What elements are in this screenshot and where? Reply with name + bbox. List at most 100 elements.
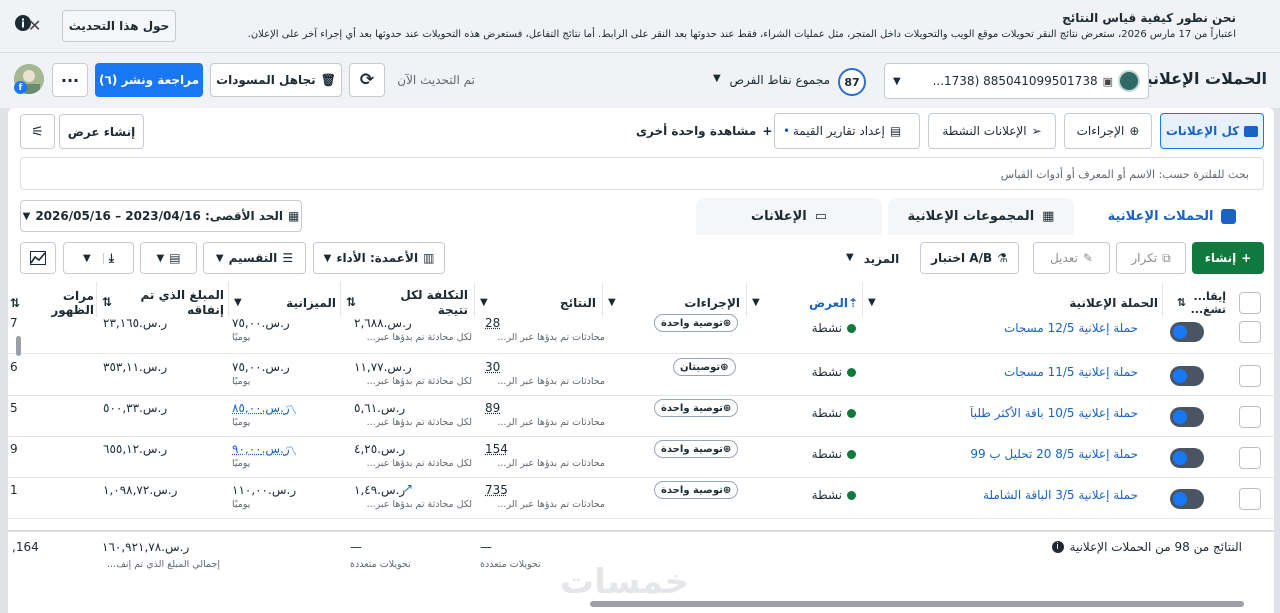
calendar-icon: ▦ [288,209,300,223]
budget-value[interactable]: ر.س.٩٠,٠٠ [232,442,290,456]
budget-period: يوميًا [232,458,251,469]
footer-spent-sub: إجمالي المبلغ الذي تم إنف... [107,559,220,570]
campaign-toggle[interactable] [1170,407,1204,427]
row-checkbox[interactable] [1239,406,1261,428]
recommendations-badge[interactable]: ⊕ توصية واحدة [654,399,739,417]
delivery-status: نشطة [812,321,856,335]
row-checkbox[interactable] [1239,488,1261,510]
budget-value[interactable]: ر.س.١١٠,٠٠ [232,483,296,497]
tab-adsets[interactable]: ▦ المجموعات الإعلانية [888,198,1074,235]
opportunity-chevron-icon[interactable]: ▼ [713,73,721,84]
campaign-name-link[interactable]: حملة إعلانية 12/5 مسجات [1004,321,1138,335]
report-icon: ▤ [889,124,902,138]
sort-icon: ⇅ [102,295,113,309]
campaign-name-link[interactable]: حملة إعلانية 3/5 الباقة الشاملة [983,488,1138,502]
chevron-down-icon: ▼ [752,297,760,308]
reports-dropdown[interactable]: ▤ ▼ [140,242,197,274]
more-views-label: مشاهدة واحدة أخرى [636,124,757,138]
row-checkbox[interactable] [1239,365,1261,387]
impressions-value: 6 [10,360,18,374]
tab-ads[interactable]: ▭ الإعلانات [696,198,882,235]
campaign-name-link[interactable]: حملة إعلانية 11/5 مسجات [1004,365,1138,379]
cost-per-result-value[interactable]: ر.س.٢,٦٨٨ [354,316,412,330]
budget-value[interactable]: ر.س.٨٥,٠٠ [232,401,290,415]
results-value[interactable]: 30 [485,360,500,374]
recommendations-badge[interactable]: ⊕ توصية واحدة [654,314,739,332]
account-selector[interactable]: ▣ 885041099501738 (1738... ▼ [884,63,1149,99]
search-input[interactable]: بحث للفلترة حسب: الاسم أو المعرف أو أدوا… [20,157,1264,190]
recommendations-badge[interactable]: ⊕ توصية واحدة [654,440,739,458]
footer-results-sub: تحويلات متعددة [480,559,541,570]
refresh-status: تم التحديث الآن [397,73,475,87]
tab-campaigns-label: الحملات الإعلانية [1107,209,1214,224]
cost-per-result-value[interactable]: ر.س.٤,٢٥ [354,442,405,456]
breakdown-label: التقسيم [228,251,278,265]
table-row[interactable]: حملة إعلانية 3/5 الباقة الشاملة نشطة ⊕ تو… [8,478,1274,519]
chart-icon[interactable] [20,242,56,274]
info-icon[interactable]: i [1051,541,1064,553]
recommendations-badge[interactable]: ⊕ توصية واحدة [654,481,739,499]
horizontal-scrollbar[interactable] [590,601,1244,607]
cost-per-result-value[interactable]: ر.س.١١,٧٧ [354,360,412,374]
columns-dropdown[interactable]: ▥ الأعمدة: الأداء ▼ [313,242,445,274]
discard-drafts-button[interactable]: 🗑 تجاهل المسودات [210,63,342,97]
tab-campaigns[interactable]: الحملات الإعلانية [1080,198,1264,235]
cost-per-result-type: لكل محادثة تم بدؤها عبر... [366,332,472,343]
opportunity-label[interactable]: مجموع نقاط الفرص [730,73,830,87]
table-row[interactable]: حملة إعلانية 11/5 مسجات نشطة ⊕ توصيتان 30… [8,355,1274,396]
campaign-toggle[interactable] [1170,489,1204,509]
export-dropdown[interactable]: ⤓ ▼ [63,242,134,274]
tab-actions[interactable]: ⊕ الإجراءات [1064,113,1152,149]
ab-test-button[interactable]: ⚗ اختبار A/B [920,242,1019,274]
campaign-name-link[interactable]: حملة إعلانية 8/5 20 تحليل ب 99 [970,447,1138,461]
tab-ads-label: الإعلانات [751,209,807,224]
results-value[interactable]: 735 [485,483,508,497]
more-views-button[interactable]: + مشاهدة واحدة أخرى [636,124,772,138]
folder-icon [1244,125,1259,137]
cost-per-result-value[interactable]: ر.س.١,٤٩ [354,483,405,497]
budget-period: يوميًا [232,417,251,428]
date-range-picker[interactable]: ▦ الحد الأقصى: 2023/04/16 – 2026/05/16 ▼ [20,200,302,232]
flask-icon: ⚗ [997,251,1008,265]
table-row[interactable]: حملة إعلانية 12/5 مسجات نشطة ⊕ توصية واحد… [8,314,1274,354]
more-options-icon[interactable]: ··· [52,63,88,97]
budget-value[interactable]: ر.س.٧٥,٠٠ [232,316,290,330]
settings-sliders-icon[interactable]: ⚟ [20,114,55,149]
duplicate-button[interactable]: ⧉ تكرار [1116,242,1186,274]
results-value[interactable]: 28 [485,316,500,330]
tab-all-ads[interactable]: كل الإعلانات [1160,113,1264,149]
edit-button[interactable]: ✎ تعديل [1033,242,1110,274]
budget-value[interactable]: ر.س.٧٥,٠٠ [232,360,290,374]
active-status-icon [847,367,856,377]
row-checkbox[interactable] [1239,447,1261,469]
table-row[interactable]: حملة إعلانية 10/5 باقة الأكثر طلباً نشطة… [8,396,1274,437]
create-button[interactable]: + إنشاء [1192,242,1264,274]
table-row[interactable]: حملة إعلانية 8/5 20 تحليل ب 99 نشطة ⊕ توص… [8,437,1274,478]
results-value[interactable]: 154 [485,442,508,456]
tab-value-reports[interactable]: • ▤ إعداد تقارير القيمة [774,113,920,149]
footer-results: — [480,540,492,554]
watermark: خمسات [560,562,689,602]
campaign-toggle[interactable] [1170,366,1204,386]
row-checkbox[interactable] [1239,321,1261,343]
refresh-icon[interactable]: ⟳ [349,63,385,97]
select-all-checkbox[interactable] [1239,292,1261,314]
close-icon[interactable]: ✕ [28,16,41,35]
about-update-button[interactable]: حول هذا التحديث [62,10,176,42]
results-value[interactable]: 89 [485,401,500,415]
impressions-value: 7 [10,316,18,330]
campaign-name-link[interactable]: حملة إعلانية 10/5 باقة الأكثر طلباً [970,406,1138,420]
cost-per-result-value[interactable]: ر.س.٥,٦١ [354,401,405,415]
opportunity-score-badge[interactable]: 87 [838,68,866,96]
tab-active-ads[interactable]: ➢ الإعلانات النشطة [928,113,1056,149]
campaign-toggle[interactable] [1170,448,1204,468]
campaign-toggle[interactable] [1170,322,1204,342]
create-view-button[interactable]: إنشاء عرض [59,114,144,149]
more-dropdown[interactable]: المزيد ▼ [846,252,899,266]
vertical-scrollbar[interactable] [16,336,21,356]
chevron-down-icon: ▼ [893,75,901,87]
recommendations-badge[interactable]: ⊕ توصيتان [673,358,736,376]
review-publish-button[interactable]: مراجعة ونشر (٦) [95,63,203,97]
active-status-icon [847,323,856,333]
breakdown-dropdown[interactable]: ☰ التقسيم ▼ [203,242,306,274]
